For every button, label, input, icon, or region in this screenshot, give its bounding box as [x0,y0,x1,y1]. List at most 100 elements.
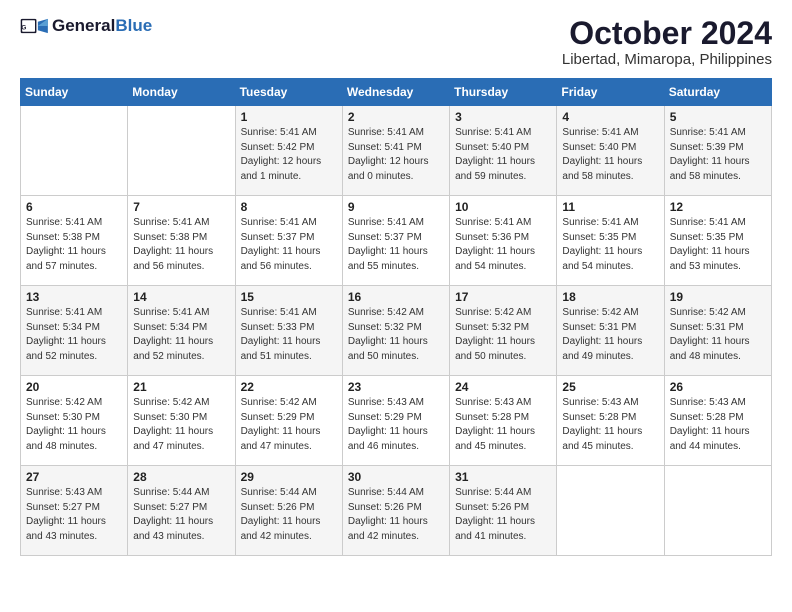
day-number: 22 [241,380,337,394]
day-info: Sunrise: 5:42 AM Sunset: 5:31 PM Dayligh… [670,306,766,364]
day-info: Sunrise: 5:42 AM Sunset: 5:31 PM Dayligh… [562,306,658,364]
day-number: 18 [562,290,658,304]
day-number: 24 [455,380,551,394]
day-number: 13 [26,290,122,304]
page-container: G GeneralBlue October 2024 Libertad, Mim… [0,0,792,566]
day-info: Sunrise: 5:44 AM Sunset: 5:26 PM Dayligh… [455,486,551,544]
day-info: Sunrise: 5:42 AM Sunset: 5:30 PM Dayligh… [26,396,122,454]
day-number: 9 [348,200,444,214]
day-number: 30 [348,470,444,484]
day-number: 6 [26,200,122,214]
day-info: Sunrise: 5:44 AM Sunset: 5:26 PM Dayligh… [348,486,444,544]
day-number: 29 [241,470,337,484]
day-header-sunday: Sunday [21,79,128,106]
day-info: Sunrise: 5:41 AM Sunset: 5:40 PM Dayligh… [562,126,658,184]
day-header-saturday: Saturday [664,79,771,106]
day-info: Sunrise: 5:43 AM Sunset: 5:28 PM Dayligh… [455,396,551,454]
title-area: October 2024 Libertad, Mimaropa, Philipp… [562,16,772,68]
day-number: 17 [455,290,551,304]
day-number: 26 [670,380,766,394]
day-cell: 28 Sunrise: 5:44 AM Sunset: 5:27 PM Dayli… [128,466,235,556]
day-header-friday: Friday [557,79,664,106]
day-cell: 24 Sunrise: 5:43 AM Sunset: 5:28 PM Dayli… [450,376,557,466]
day-info: Sunrise: 5:41 AM Sunset: 5:33 PM Dayligh… [241,306,337,364]
day-number: 5 [670,110,766,124]
header: G GeneralBlue October 2024 Libertad, Mim… [20,16,772,68]
day-number: 8 [241,200,337,214]
day-info: Sunrise: 5:44 AM Sunset: 5:27 PM Dayligh… [133,486,229,544]
day-header-monday: Monday [128,79,235,106]
day-number: 28 [133,470,229,484]
day-info: Sunrise: 5:41 AM Sunset: 5:36 PM Dayligh… [455,216,551,274]
day-cell: 11 Sunrise: 5:41 AM Sunset: 5:35 PM Dayli… [557,196,664,286]
day-header-tuesday: Tuesday [235,79,342,106]
day-info: Sunrise: 5:41 AM Sunset: 5:37 PM Dayligh… [348,216,444,274]
day-number: 11 [562,200,658,214]
day-info: Sunrise: 5:43 AM Sunset: 5:28 PM Dayligh… [562,396,658,454]
day-info: Sunrise: 5:41 AM Sunset: 5:41 PM Dayligh… [348,126,444,184]
day-cell: 31 Sunrise: 5:44 AM Sunset: 5:26 PM Dayli… [450,466,557,556]
day-info: Sunrise: 5:41 AM Sunset: 5:39 PM Dayligh… [670,126,766,184]
day-cell: 8 Sunrise: 5:41 AM Sunset: 5:37 PM Daylig… [235,196,342,286]
day-cell: 27 Sunrise: 5:43 AM Sunset: 5:27 PM Dayli… [21,466,128,556]
day-info: Sunrise: 5:41 AM Sunset: 5:38 PM Dayligh… [133,216,229,274]
day-cell: 7 Sunrise: 5:41 AM Sunset: 5:38 PM Daylig… [128,196,235,286]
day-number: 21 [133,380,229,394]
week-row-2: 6 Sunrise: 5:41 AM Sunset: 5:38 PM Daylig… [21,196,772,286]
day-info: Sunrise: 5:42 AM Sunset: 5:29 PM Dayligh… [241,396,337,454]
day-cell: 23 Sunrise: 5:43 AM Sunset: 5:29 PM Dayli… [342,376,449,466]
day-info: Sunrise: 5:41 AM Sunset: 5:40 PM Dayligh… [455,126,551,184]
day-info: Sunrise: 5:43 AM Sunset: 5:28 PM Dayligh… [670,396,766,454]
day-number: 10 [455,200,551,214]
day-cell: 18 Sunrise: 5:42 AM Sunset: 5:31 PM Dayli… [557,286,664,376]
day-number: 16 [348,290,444,304]
day-number: 25 [562,380,658,394]
day-cell [128,106,235,196]
day-number: 23 [348,380,444,394]
day-info: Sunrise: 5:41 AM Sunset: 5:35 PM Dayligh… [562,216,658,274]
day-info: Sunrise: 5:41 AM Sunset: 5:42 PM Dayligh… [241,126,337,184]
day-info: Sunrise: 5:41 AM Sunset: 5:37 PM Dayligh… [241,216,337,274]
day-cell: 20 Sunrise: 5:42 AM Sunset: 5:30 PM Dayli… [21,376,128,466]
week-row-5: 27 Sunrise: 5:43 AM Sunset: 5:27 PM Dayli… [21,466,772,556]
day-cell: 12Sunrise: 5:41 AM Sunset: 5:35 PM Dayli… [664,196,771,286]
day-cell [557,466,664,556]
week-row-4: 20 Sunrise: 5:42 AM Sunset: 5:30 PM Dayli… [21,376,772,466]
day-number: 31 [455,470,551,484]
logo: G GeneralBlue [20,16,152,36]
week-row-1: 1Sunrise: 5:41 AM Sunset: 5:42 PM Daylig… [21,106,772,196]
day-number: 3 [455,110,551,124]
month-title: October 2024 [562,16,772,51]
day-cell: 26 Sunrise: 5:43 AM Sunset: 5:28 PM Dayli… [664,376,771,466]
day-cell: 10 Sunrise: 5:41 AM Sunset: 5:36 PM Dayli… [450,196,557,286]
day-number: 27 [26,470,122,484]
day-info: Sunrise: 5:41 AM Sunset: 5:35 PM Dayligh… [670,216,766,274]
day-info: Sunrise: 5:43 AM Sunset: 5:29 PM Dayligh… [348,396,444,454]
day-cell: 29 Sunrise: 5:44 AM Sunset: 5:26 PM Dayli… [235,466,342,556]
day-info: Sunrise: 5:44 AM Sunset: 5:26 PM Dayligh… [241,486,337,544]
day-cell: 4Sunrise: 5:41 AM Sunset: 5:40 PM Daylig… [557,106,664,196]
day-info: Sunrise: 5:41 AM Sunset: 5:38 PM Dayligh… [26,216,122,274]
day-info: Sunrise: 5:42 AM Sunset: 5:32 PM Dayligh… [348,306,444,364]
day-cell: 17Sunrise: 5:42 AM Sunset: 5:32 PM Dayli… [450,286,557,376]
day-info: Sunrise: 5:42 AM Sunset: 5:30 PM Dayligh… [133,396,229,454]
day-number: 7 [133,200,229,214]
day-header-wednesday: Wednesday [342,79,449,106]
day-info: Sunrise: 5:41 AM Sunset: 5:34 PM Dayligh… [26,306,122,364]
day-number: 2 [348,110,444,124]
day-number: 14 [133,290,229,304]
day-header-thursday: Thursday [450,79,557,106]
logo-general-text: General [52,16,115,35]
day-cell: 22 Sunrise: 5:42 AM Sunset: 5:29 PM Dayli… [235,376,342,466]
calendar-table: SundayMondayTuesdayWednesdayThursdayFrid… [20,78,772,556]
logo-icon: G [20,16,50,36]
day-cell: 25 Sunrise: 5:43 AM Sunset: 5:28 PM Dayli… [557,376,664,466]
day-info: Sunrise: 5:43 AM Sunset: 5:27 PM Dayligh… [26,486,122,544]
day-cell: 1Sunrise: 5:41 AM Sunset: 5:42 PM Daylig… [235,106,342,196]
day-cell: 15Sunrise: 5:41 AM Sunset: 5:33 PM Dayli… [235,286,342,376]
week-row-3: 13 Sunrise: 5:41 AM Sunset: 5:34 PM Dayli… [21,286,772,376]
day-cell: 9 Sunrise: 5:41 AM Sunset: 5:37 PM Daylig… [342,196,449,286]
day-number: 20 [26,380,122,394]
day-cell: 2 Sunrise: 5:41 AM Sunset: 5:41 PM Daylig… [342,106,449,196]
day-cell: 19Sunrise: 5:42 AM Sunset: 5:31 PM Dayli… [664,286,771,376]
